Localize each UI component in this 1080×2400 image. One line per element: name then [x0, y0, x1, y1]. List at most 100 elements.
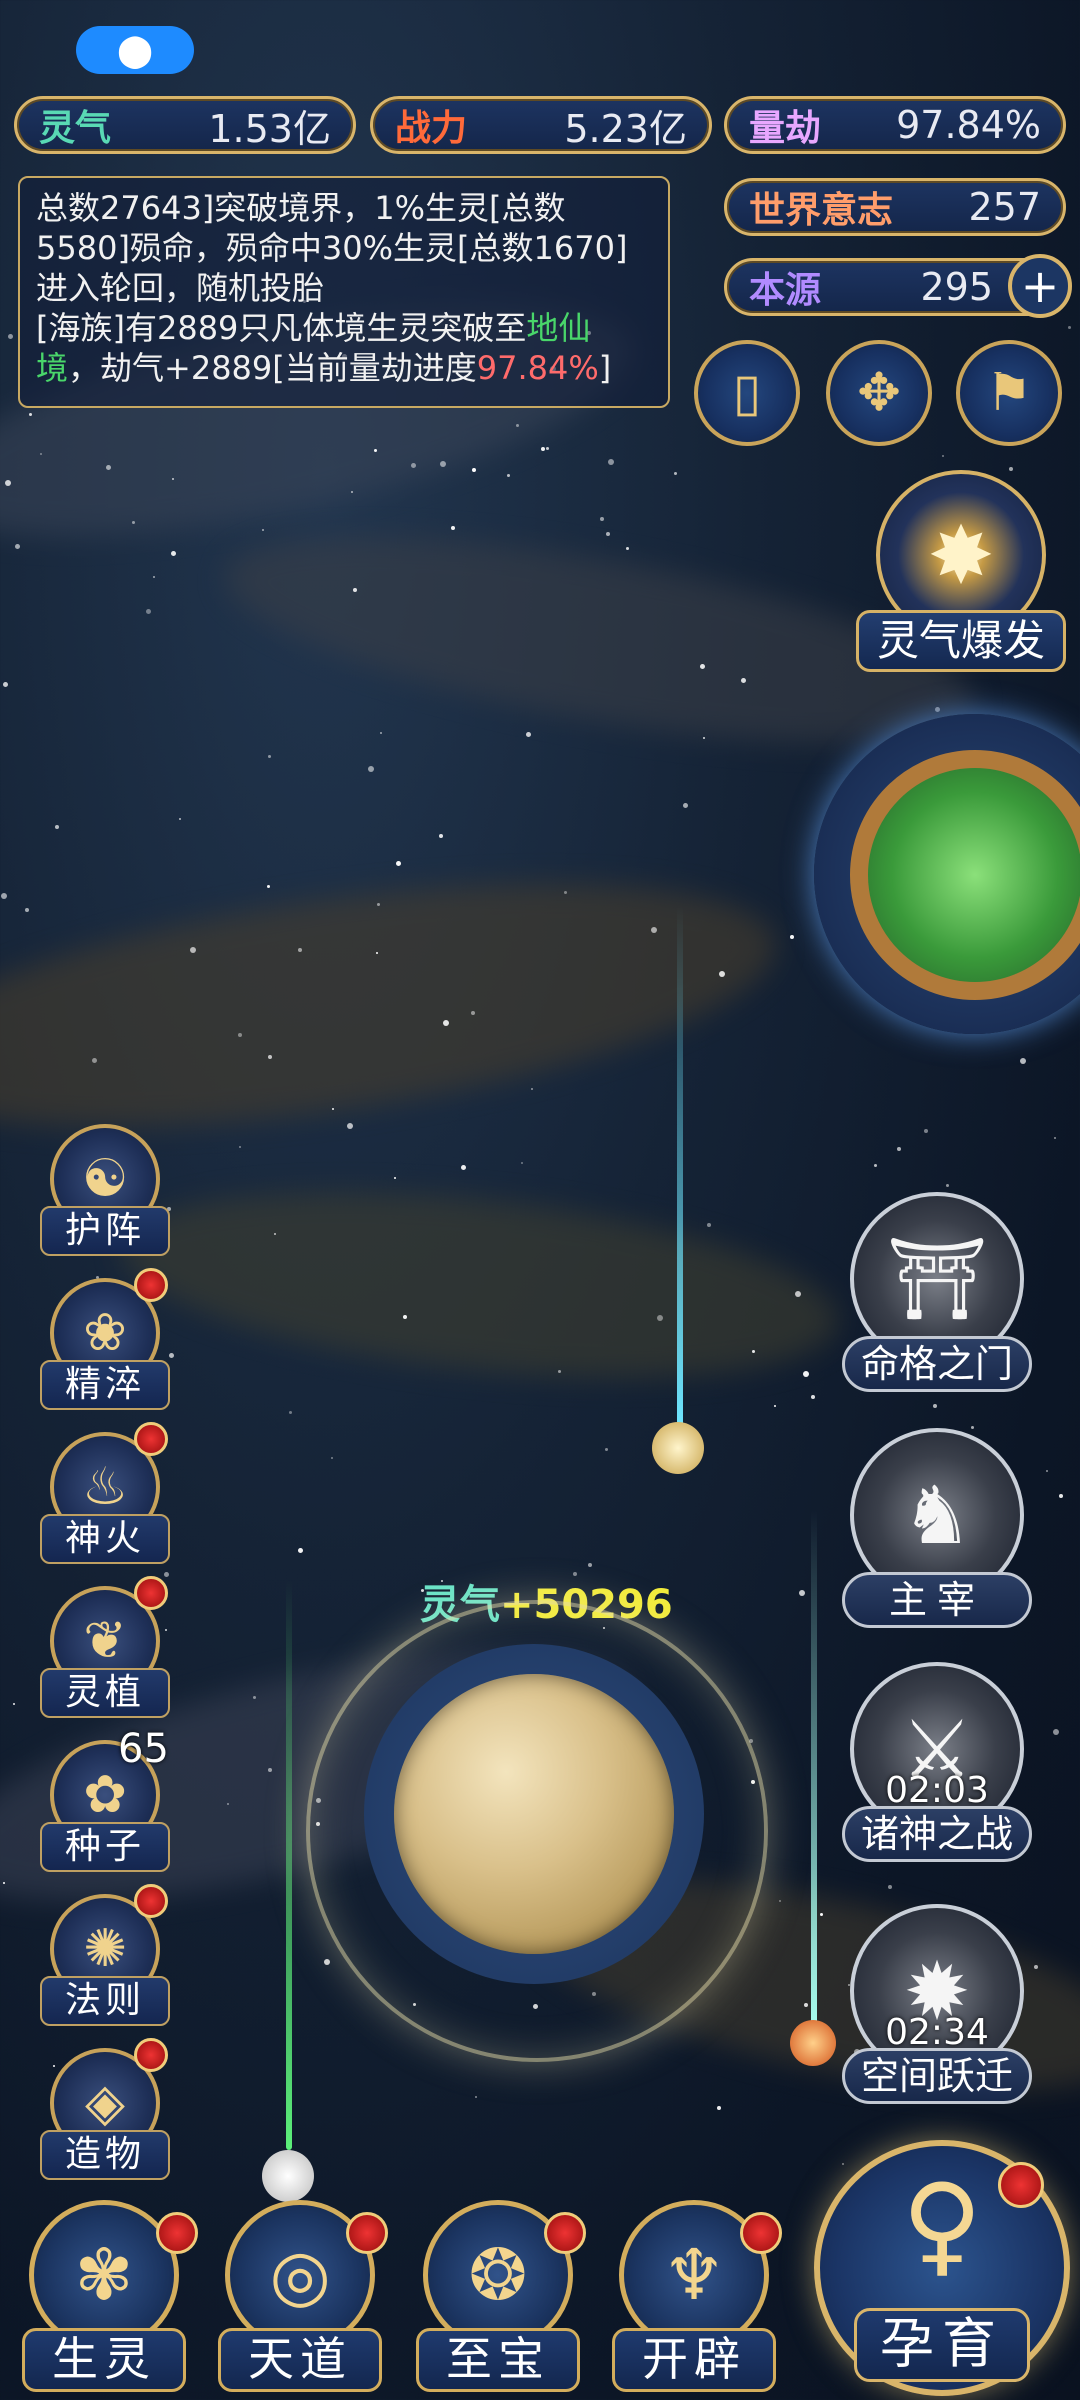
- feature-mingge-gate[interactable]: ⛩ 命格之门: [842, 1192, 1032, 1392]
- feature-space-jump[interactable]: ✹ 02:34 空间跃迁: [842, 1904, 1032, 2104]
- star: [5, 480, 11, 486]
- star: [779, 1900, 781, 1902]
- feature-gods-war[interactable]: ⚔ 02:03 诸神之战: [842, 1662, 1032, 1862]
- feature-label: 造物: [40, 2130, 170, 2180]
- star: [440, 461, 446, 467]
- card-button[interactable]: ▯: [694, 340, 800, 446]
- notification-dot: [134, 1268, 168, 1302]
- star: [132, 521, 135, 524]
- feature-label: 神火: [40, 1514, 170, 1564]
- star: [472, 468, 476, 472]
- vortex-button[interactable]: ✥: [826, 340, 932, 446]
- log-text: [海族]有2889只凡体境生灵突破至: [36, 309, 527, 347]
- star: [29, 413, 32, 416]
- star: [531, 1088, 533, 1090]
- star: [298, 1548, 303, 1553]
- nav-kaipi[interactable]: ♆ 开辟: [604, 2200, 784, 2400]
- star: [298, 948, 302, 952]
- feature-faze[interactable]: ✺ 法则: [40, 1884, 170, 2026]
- star: [521, 1162, 523, 1164]
- star: [674, 472, 677, 475]
- star: [274, 1233, 276, 1235]
- spirit-creature-icon: [262, 2150, 314, 2202]
- star: [471, 1011, 475, 1015]
- star: [374, 449, 377, 452]
- notification-dot: [156, 2212, 198, 2254]
- nurture-label: 孕育: [854, 2308, 1030, 2382]
- liangjie-label: 量劫: [749, 108, 822, 149]
- feature-zhongzi[interactable]: ✿ 种子 65: [40, 1726, 170, 1872]
- add-benyuan-button[interactable]: +: [1008, 254, 1072, 318]
- feature-lingzhi[interactable]: ❦ 灵植: [40, 1576, 170, 1718]
- star: [394, 1177, 396, 1179]
- feature-label: 命格之门: [842, 1336, 1032, 1392]
- star: [451, 526, 455, 530]
- star: [1054, 1137, 1056, 1139]
- lingqi-burst-button[interactable]: ✸ 灵气爆发: [856, 470, 1066, 680]
- world-will-value: 257: [968, 185, 1041, 229]
- zhanli-label: 战力: [395, 108, 468, 149]
- nurture-button[interactable]: ♀ 孕育: [814, 2140, 1070, 2396]
- star: [380, 732, 382, 734]
- seed-count-badge: 65: [118, 1726, 169, 1772]
- log-text: ，劫气+2889[当前量劫进度: [68, 349, 477, 387]
- benyuan-label: 本源: [749, 270, 822, 311]
- nav-label: 生灵: [22, 2328, 186, 2392]
- feature-zhuzai[interactable]: ♞ 主宰: [842, 1428, 1032, 1628]
- nav-tiandao[interactable]: ◎ 天道: [210, 2200, 390, 2400]
- nav-label: 开辟: [612, 2328, 776, 2392]
- star: [190, 947, 196, 953]
- lingqi-resource: 灵气 1.53亿: [14, 96, 356, 154]
- star: [461, 1165, 466, 1170]
- star: [332, 1108, 334, 1110]
- log-line: 总数27643]突破境界，1%生灵[总数5580]殒命，殒命中30%生灵[总数1…: [36, 189, 628, 307]
- feature-label: 灵植: [40, 1668, 170, 1718]
- star: [351, 491, 353, 493]
- event-log: 总数27643]突破境界，1%生灵[总数5580]殒命，殒命中30%生灵[总数1…: [18, 176, 670, 408]
- star: [268, 1768, 272, 1772]
- star: [376, 952, 378, 954]
- star: [443, 1020, 449, 1026]
- notification-dot: [998, 2162, 1044, 2208]
- star: [368, 766, 374, 772]
- feature-jingcui[interactable]: ❀ 精淬: [40, 1268, 170, 1410]
- planet[interactable]: [394, 1674, 674, 1954]
- star: [564, 891, 567, 894]
- feature-shenhuo[interactable]: ♨ 神火: [40, 1422, 170, 1564]
- feature-huzhen[interactable]: ☯ 护阵: [40, 1124, 170, 1256]
- star: [799, 1590, 805, 1596]
- star: [15, 544, 20, 549]
- star: [608, 459, 614, 465]
- star: [924, 1129, 928, 1133]
- star: [353, 588, 357, 592]
- star: [605, 1448, 608, 1451]
- feature-label: 护阵: [40, 1206, 170, 1256]
- star: [507, 474, 510, 477]
- star: [1020, 1058, 1026, 1064]
- nav-zhibao[interactable]: ❂ 至宝: [408, 2200, 588, 2400]
- star: [347, 1123, 353, 1129]
- log-text: ]: [598, 349, 612, 387]
- feature-zaowu[interactable]: ◈ 造物: [40, 2038, 170, 2180]
- star: [172, 478, 174, 480]
- lingqi-label: 灵气: [39, 108, 112, 149]
- star: [1053, 1729, 1059, 1735]
- location-button[interactable]: ⬤: [76, 26, 194, 74]
- star: [719, 971, 725, 977]
- world-will-resource: 世界意志 257: [724, 178, 1066, 236]
- plus-icon: +: [1020, 259, 1060, 313]
- star: [888, 1885, 892, 1889]
- star: [1068, 326, 1071, 329]
- star: [526, 732, 531, 737]
- countdown-timer: 02:03: [885, 1770, 989, 1811]
- star: [268, 1055, 272, 1059]
- world-orb[interactable]: [814, 714, 1080, 1034]
- zhanli-resource: 战力 5.23亿: [370, 96, 712, 154]
- nav-shengling[interactable]: ✾ 生灵: [14, 2200, 198, 2400]
- star: [3, 682, 8, 687]
- flag-button[interactable]: ⚑: [956, 340, 1062, 446]
- star: [657, 1315, 663, 1321]
- star: [92, 1058, 97, 1063]
- light-beam: [811, 1510, 817, 2030]
- liangjie-resource: 量劫 97.84%: [724, 96, 1066, 154]
